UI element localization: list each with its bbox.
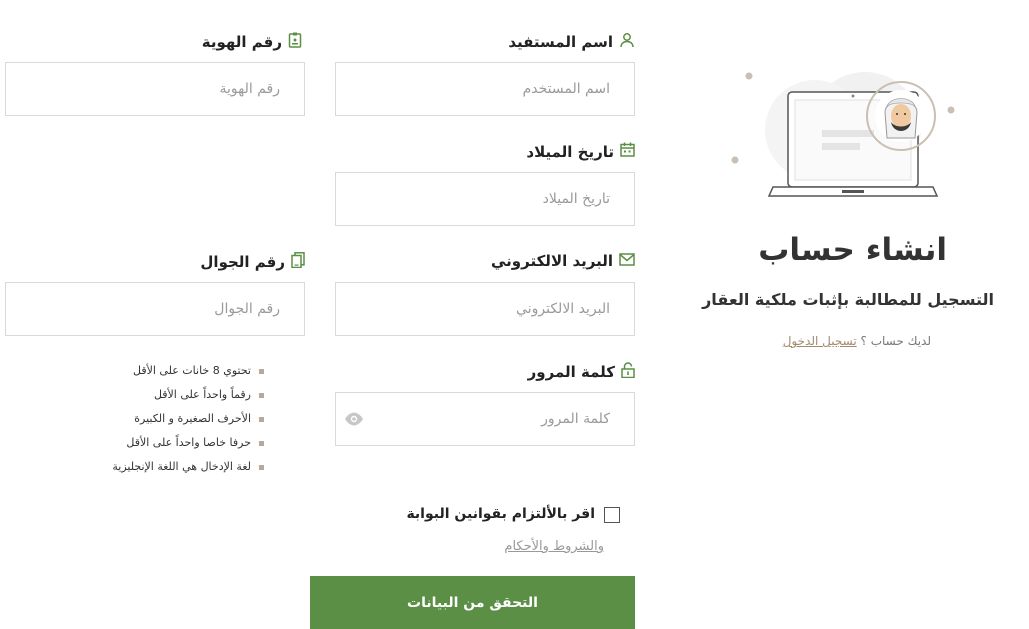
registration-illustration	[725, 40, 965, 220]
username-label: اسم المستفيد	[508, 32, 635, 52]
agreement-checkbox[interactable]	[604, 507, 620, 523]
password-rules-list: تحتوي 8 خانات على الأقل رقماً واحداً على…	[112, 359, 264, 479]
national-id-input[interactable]	[6, 63, 304, 115]
username-field[interactable]	[335, 62, 635, 116]
calendar-icon	[620, 142, 635, 161]
username-input[interactable]	[336, 63, 634, 115]
verify-button[interactable]: التحقق من البيانات	[310, 576, 635, 629]
birthdate-label: تاريخ الميلاد	[526, 142, 635, 161]
phone-icon	[291, 252, 305, 272]
mobile-field[interactable]	[5, 282, 305, 336]
national-id-field[interactable]	[5, 62, 305, 116]
email-field[interactable]	[335, 282, 635, 336]
password-input[interactable]	[336, 393, 634, 445]
password-rule: حرفا خاصا واحداً على الأقل	[112, 431, 264, 455]
page-title: انشاء حساب	[758, 232, 947, 268]
user-icon	[619, 32, 635, 52]
envelope-icon	[619, 252, 635, 270]
login-link[interactable]: تسجيل الدخول	[783, 334, 857, 348]
have-account-text: لديك حساب ؟	[860, 334, 931, 348]
eye-icon[interactable]	[344, 411, 364, 430]
login-prompt: لديك حساب ؟ تسجيل الدخول	[783, 334, 931, 348]
password-rule: الأحرف الصغيرة و الكبيرة	[112, 407, 264, 431]
password-rule: رقماً واحداً على الأقل	[112, 383, 264, 407]
email-input[interactable]	[336, 283, 634, 335]
birthdate-input[interactable]	[336, 173, 634, 225]
password-label: كلمة المرور	[528, 362, 635, 382]
national-id-label: رقم الهوية	[202, 32, 302, 52]
birthdate-field[interactable]	[335, 172, 635, 226]
lock-icon	[621, 362, 635, 382]
password-rule: لغة الإدخال هي اللغة الإنجليزية	[112, 455, 264, 479]
mobile-input[interactable]	[6, 283, 304, 335]
password-rule: تحتوي 8 خانات على الأقل	[112, 359, 264, 383]
terms-link[interactable]: والشروط والأحكام	[504, 539, 604, 554]
mobile-label: رقم الجوال	[200, 252, 305, 272]
page-subtitle: التسجيل للمطالبة بإثبات ملكية العقار	[702, 290, 994, 309]
id-card-icon	[288, 32, 302, 52]
password-field[interactable]	[335, 392, 635, 446]
agreement-label: اقر بالألتزام بقوانين البوابة	[406, 506, 595, 522]
email-label: البريد الالكتروني	[491, 252, 635, 270]
